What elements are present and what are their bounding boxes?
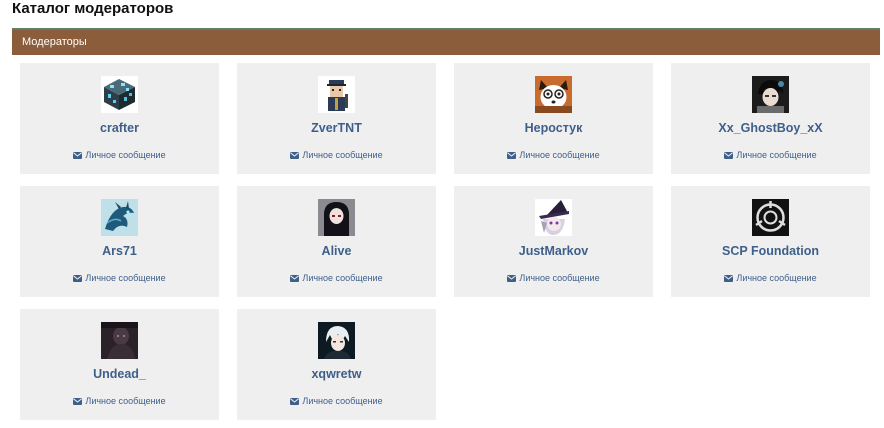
avatar[interactable] <box>101 322 138 359</box>
moderator-card: JustMarkov Личное сообщение <box>454 186 653 297</box>
avatar[interactable] <box>752 76 789 113</box>
dark-haired-girl-icon <box>318 199 355 236</box>
moderator-card: Undead_ Личное сообщение <box>20 309 219 420</box>
police-officer-icon <box>318 76 355 113</box>
moderator-card: Неростук Личное сообщение <box>454 63 653 174</box>
private-message-link[interactable]: Личное сообщение <box>671 149 870 161</box>
avatar[interactable] <box>535 199 572 236</box>
dark-figure-icon <box>101 322 138 359</box>
witch-hat-girl-icon <box>535 199 572 236</box>
moderator-name[interactable]: SCP Foundation <box>671 243 870 259</box>
envelope-icon <box>73 275 83 282</box>
avatar[interactable] <box>101 199 138 236</box>
envelope-icon <box>73 398 83 405</box>
dragon-icon <box>101 199 138 236</box>
private-message-link[interactable]: Личное сообщение <box>671 272 870 284</box>
envelope-icon <box>290 152 300 159</box>
envelope-icon <box>290 275 300 282</box>
private-message-link[interactable]: Личное сообщение <box>237 272 436 284</box>
private-message-link[interactable]: Личное сообщение <box>20 149 219 161</box>
private-message-label: Личное сообщение <box>519 273 600 283</box>
envelope-icon <box>290 398 300 405</box>
section-header: Модераторы <box>12 28 880 55</box>
minecraft-ore-block-icon <box>101 76 138 113</box>
private-message-label: Личное сообщение <box>736 273 817 283</box>
moderator-name[interactable]: JustMarkov <box>454 243 653 259</box>
page-title: Каталог модераторов <box>12 0 174 17</box>
moderator-name[interactable]: crafter <box>20 120 219 136</box>
moderator-name[interactable]: Undead_ <box>20 366 219 382</box>
moderator-name[interactable]: Ars71 <box>20 243 219 259</box>
envelope-icon <box>724 152 734 159</box>
envelope-icon <box>724 275 734 282</box>
anime-boy-icon <box>752 76 789 113</box>
private-message-label: Личное сообщение <box>302 396 383 406</box>
private-message-label: Личное сообщение <box>85 396 166 406</box>
white-haired-character-icon <box>318 322 355 359</box>
moderator-name[interactable]: Alive <box>237 243 436 259</box>
private-message-link[interactable]: Личное сообщение <box>20 395 219 407</box>
envelope-icon <box>507 152 517 159</box>
moderator-card: xqwretw Личное сообщение <box>237 309 436 420</box>
moderator-name[interactable]: xqwretw <box>237 366 436 382</box>
private-message-link[interactable]: Личное сообщение <box>454 149 653 161</box>
scp-logo-icon <box>752 199 789 236</box>
private-message-link[interactable]: Личное сообщение <box>237 395 436 407</box>
private-message-label: Личное сообщение <box>736 150 817 160</box>
avatar[interactable] <box>535 76 572 113</box>
moderator-card: ZverTNT Личное сообщение <box>237 63 436 174</box>
private-message-label: Личное сообщение <box>302 150 383 160</box>
avatar[interactable] <box>101 76 138 113</box>
private-message-label: Личное сообщение <box>519 150 600 160</box>
moderator-card: crafter Личное сообщение <box>20 63 219 174</box>
private-message-link[interactable]: Личное сообщение <box>20 272 219 284</box>
avatar[interactable] <box>318 322 355 359</box>
moderator-name[interactable]: ZverTNT <box>237 120 436 136</box>
envelope-icon <box>507 275 517 282</box>
private-message-label: Личное сообщение <box>302 273 383 283</box>
moderator-card: Xx_GhostBoy_xX Личное сообщение <box>671 63 870 174</box>
private-message-label: Личное сообщение <box>85 150 166 160</box>
moderator-name[interactable]: Неростук <box>454 120 653 136</box>
private-message-link[interactable]: Личное сообщение <box>237 149 436 161</box>
fox-character-icon <box>535 76 572 113</box>
private-message-label: Личное сообщение <box>85 273 166 283</box>
envelope-icon <box>73 152 83 159</box>
avatar[interactable] <box>752 199 789 236</box>
avatar[interactable] <box>318 76 355 113</box>
private-message-link[interactable]: Личное сообщение <box>454 272 653 284</box>
section-title: Модераторы <box>22 36 87 48</box>
moderator-card: Alive Личное сообщение <box>237 186 436 297</box>
moderator-name[interactable]: Xx_GhostBoy_xX <box>671 120 870 136</box>
avatar[interactable] <box>318 199 355 236</box>
moderator-card: SCP Foundation Личное сообщение <box>671 186 870 297</box>
moderator-card: Ars71 Личное сообщение <box>20 186 219 297</box>
